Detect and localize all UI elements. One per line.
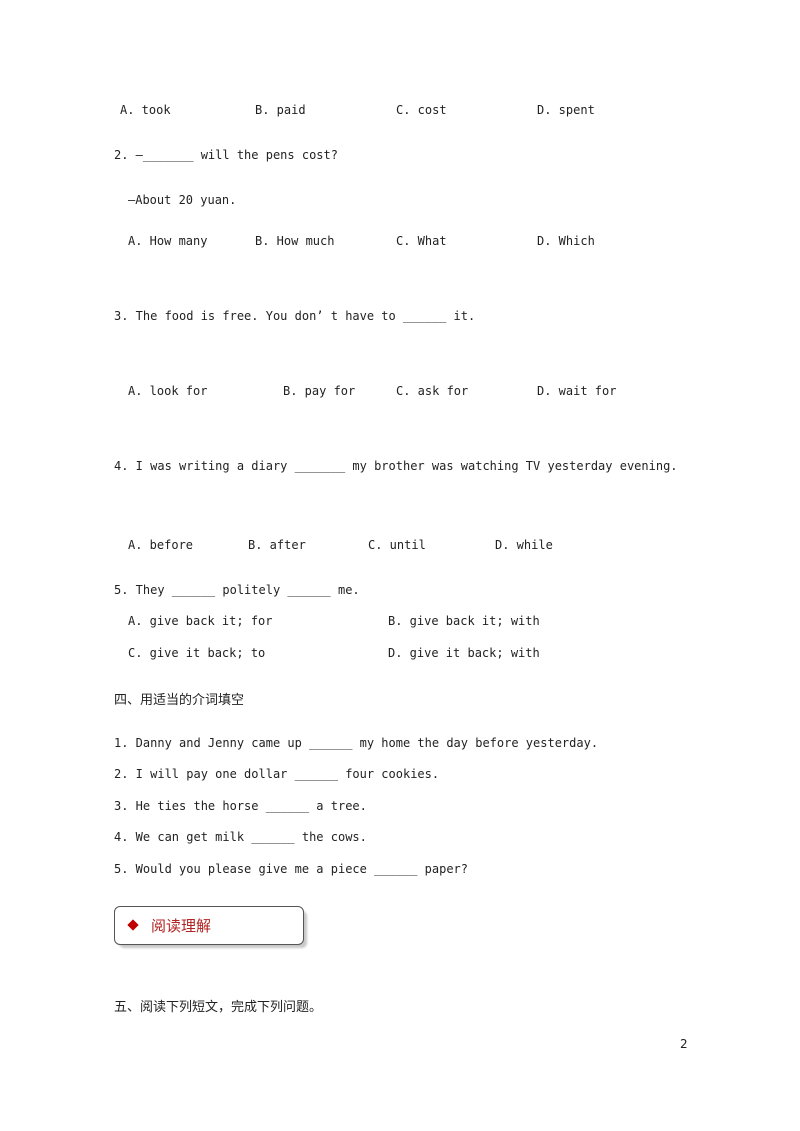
q5-option-d: D. give it back; with	[388, 646, 540, 660]
section4-item: 3. He ties the horse ______ a tree.	[114, 799, 367, 813]
q3-option-a: A. look for	[128, 384, 208, 398]
q3-option-b: B. pay for	[283, 384, 356, 398]
q2-option-c: C. What	[396, 234, 447, 248]
q1-option-b: B. paid	[255, 103, 306, 117]
q4-option-a: A. before	[128, 538, 194, 552]
q2-option-d: D. Which	[537, 234, 595, 248]
q4-option-b: B. after	[248, 538, 306, 552]
section5-title: 五、阅读下列短文，完成下列问题。	[114, 1000, 323, 1015]
section4-item: 2. I will pay one dollar ______ four coo…	[114, 767, 440, 781]
diamond-bullet-icon	[127, 919, 139, 931]
q4-option-d: D. while	[495, 538, 553, 552]
q4-stem: 4. I was writing a diary _______ my brot…	[114, 459, 678, 473]
q1-option-c: C. cost	[396, 103, 447, 117]
q1-option-d: D. spent	[537, 103, 595, 117]
q2-option-b: B. How much	[255, 234, 335, 248]
section4-item: 5. Would you please give me a piece ____…	[114, 862, 469, 876]
reading-section-title: 阅读理解	[151, 917, 212, 935]
q2-option-a: A. How many	[128, 234, 208, 248]
q3-option-c: C. ask for	[396, 384, 469, 398]
q3-option-d: D. wait for	[537, 384, 617, 398]
reading-section-banner: 阅读理解	[114, 906, 304, 945]
q2-stem: 2. —_______ will the pens cost?	[114, 148, 338, 162]
q2-reply: —About 20 yuan.	[128, 193, 237, 207]
q5-option-b: B. give back it; with	[388, 614, 540, 628]
section4-title: 四、用适当的介词填空	[114, 693, 245, 708]
q5-option-c: C. give it back; to	[128, 646, 266, 660]
q4-option-c: C. until	[368, 538, 426, 552]
q5-option-a: A. give back it; for	[128, 614, 273, 628]
section4-item: 4. We can get milk ______ the cows.	[114, 830, 367, 844]
section4-item: 1. Danny and Jenny came up ______ my hom…	[114, 736, 599, 750]
q1-option-a: A. took	[120, 103, 171, 117]
page-number: 2	[680, 1037, 688, 1051]
q3-stem: 3. The food is free. You don’ t have to …	[114, 309, 476, 323]
q5-stem: 5. They ______ politely ______ me.	[114, 583, 360, 597]
